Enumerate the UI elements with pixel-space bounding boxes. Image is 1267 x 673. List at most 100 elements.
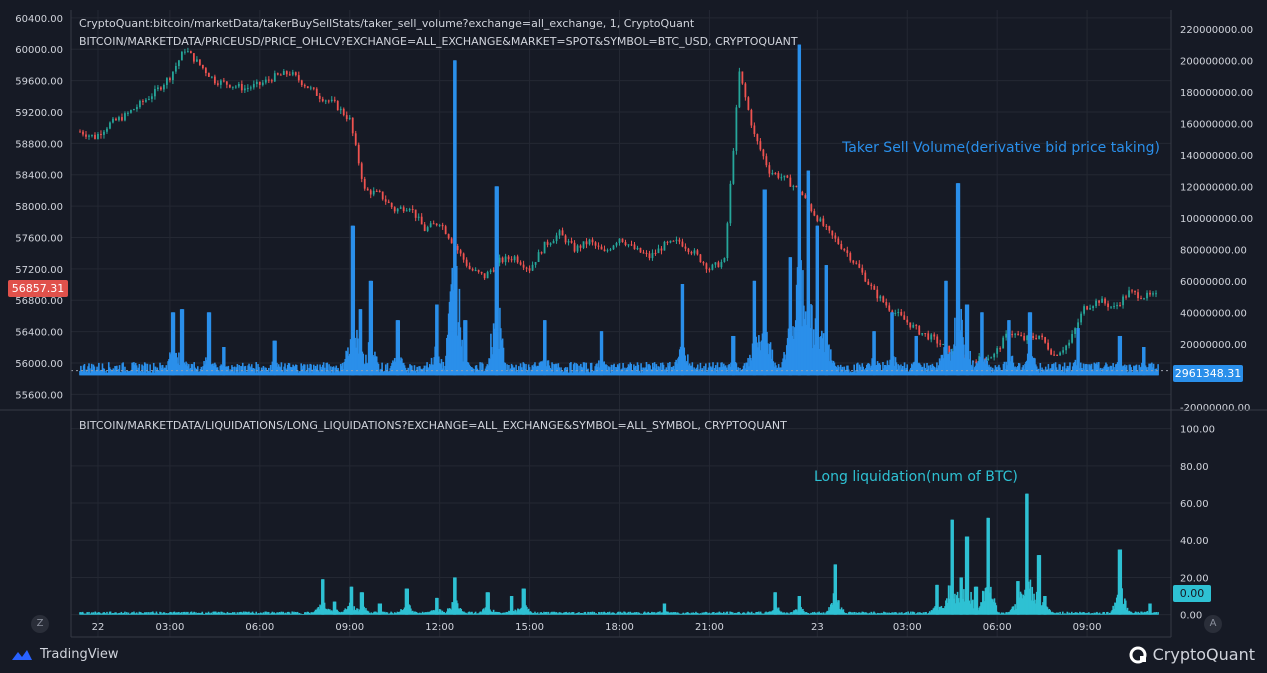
price-candle (1011, 334, 1014, 336)
liquidation-annotation: Long liquidation(num of BTC) (814, 469, 1018, 485)
price-candle (145, 99, 147, 102)
price-candle (1065, 345, 1067, 351)
price-candle (999, 348, 1002, 350)
price-candle (195, 59, 198, 62)
price-candle (858, 263, 861, 268)
price-candle (918, 325, 921, 335)
price-candle (672, 240, 675, 242)
price-tick-label: 58800.00 (15, 139, 63, 150)
price-candle (282, 71, 285, 75)
price-candle (303, 85, 306, 87)
price-candle (166, 78, 168, 85)
price-candle (579, 245, 582, 248)
price-candle (447, 234, 450, 239)
liquidation-tick-label: 40.00 (1180, 536, 1209, 547)
scale-z-button[interactable]: Z (31, 615, 49, 633)
price-tick-label: 56400.00 (15, 328, 63, 339)
price-candle (666, 241, 669, 243)
price-candle (912, 324, 915, 328)
price-candle (747, 97, 750, 110)
price-candle (1113, 306, 1115, 308)
price-candle (393, 207, 396, 212)
price-candle (663, 241, 666, 251)
price-candle (924, 333, 927, 335)
price-candle (309, 87, 312, 89)
price-candle (750, 109, 753, 126)
price-candle (186, 51, 189, 53)
price-candle (615, 242, 618, 246)
price-candle (873, 285, 876, 290)
price-candle (993, 353, 996, 358)
price-candle (237, 83, 240, 87)
price-candle (318, 95, 321, 99)
price-candle (936, 336, 939, 344)
price-candle (930, 334, 933, 340)
price-candle (151, 96, 153, 99)
price-candle (483, 273, 486, 279)
price-candle (609, 249, 612, 251)
price-candle (175, 65, 177, 72)
price-candle (444, 226, 447, 235)
price-candle (654, 252, 657, 254)
price-candle (369, 190, 372, 195)
volume-tick-label: 160000000.00 (1180, 119, 1253, 130)
price-candle (178, 60, 180, 66)
price-candle (408, 208, 411, 211)
price-tick-label: 59600.00 (15, 77, 63, 88)
time-tick-label: 06:00 (983, 622, 1012, 633)
tradingview-brand[interactable]: TradingView (10, 647, 119, 662)
price-candle (693, 250, 696, 254)
price-candle (1026, 335, 1029, 341)
price-candle (759, 141, 762, 150)
price-candle (450, 238, 453, 244)
price-candle (222, 80, 225, 82)
price-candle (1014, 333, 1017, 335)
price-candle (468, 265, 471, 270)
price-candle (216, 83, 219, 85)
price-candle (459, 250, 462, 254)
price-candle (591, 239, 594, 243)
time-tick-label: 18:00 (605, 622, 634, 633)
price-candle (124, 113, 126, 121)
price-candle (411, 208, 414, 210)
price-candle (255, 81, 258, 85)
time-tick-label: 06:00 (245, 622, 274, 633)
cryptoquant-label: CryptoQuant (1152, 645, 1255, 664)
price-candle (657, 248, 660, 254)
price-candle (699, 254, 702, 263)
legend-line-2: BITCOIN/MARKETDATA/PRICEUSD/PRICE_OHLCV?… (79, 35, 798, 48)
scale-a-button[interactable]: A (1204, 615, 1222, 633)
volume-tick-label: 140000000.00 (1180, 151, 1253, 162)
chart-canvas[interactable]: 60400.00 60000.00 59600.00 59200.00 58800.00… (0, 0, 1267, 673)
cryptoquant-brand[interactable]: CryptoQuant (1129, 645, 1255, 664)
price-candle (1005, 333, 1008, 338)
price-candle (267, 79, 270, 81)
price-candle (264, 79, 267, 83)
price-candle (702, 262, 705, 264)
price-candle (109, 122, 111, 129)
price-candle (711, 264, 714, 270)
price-candle (1095, 300, 1097, 307)
liquidation-tick-label: 60.00 (1180, 499, 1209, 510)
price-candle (1032, 335, 1035, 339)
price-candle (837, 238, 840, 245)
price-candle (423, 224, 426, 231)
price-candle (846, 250, 849, 254)
price-candle (867, 281, 870, 285)
price-candle (576, 245, 579, 252)
price-candle (402, 207, 405, 212)
price-candle (432, 223, 435, 225)
price-candle (864, 272, 867, 282)
price-candle (306, 86, 309, 89)
price-candle (780, 177, 783, 179)
time-tick-label: 03:00 (155, 622, 184, 633)
price-candle (312, 87, 315, 89)
price-candle (357, 144, 360, 164)
price-candle (768, 165, 771, 174)
price-candle (121, 117, 123, 121)
price-candle (106, 128, 108, 132)
price-candle (79, 131, 81, 133)
price-candle (172, 71, 174, 81)
price-candle (1110, 306, 1112, 308)
price-candle (648, 253, 651, 259)
